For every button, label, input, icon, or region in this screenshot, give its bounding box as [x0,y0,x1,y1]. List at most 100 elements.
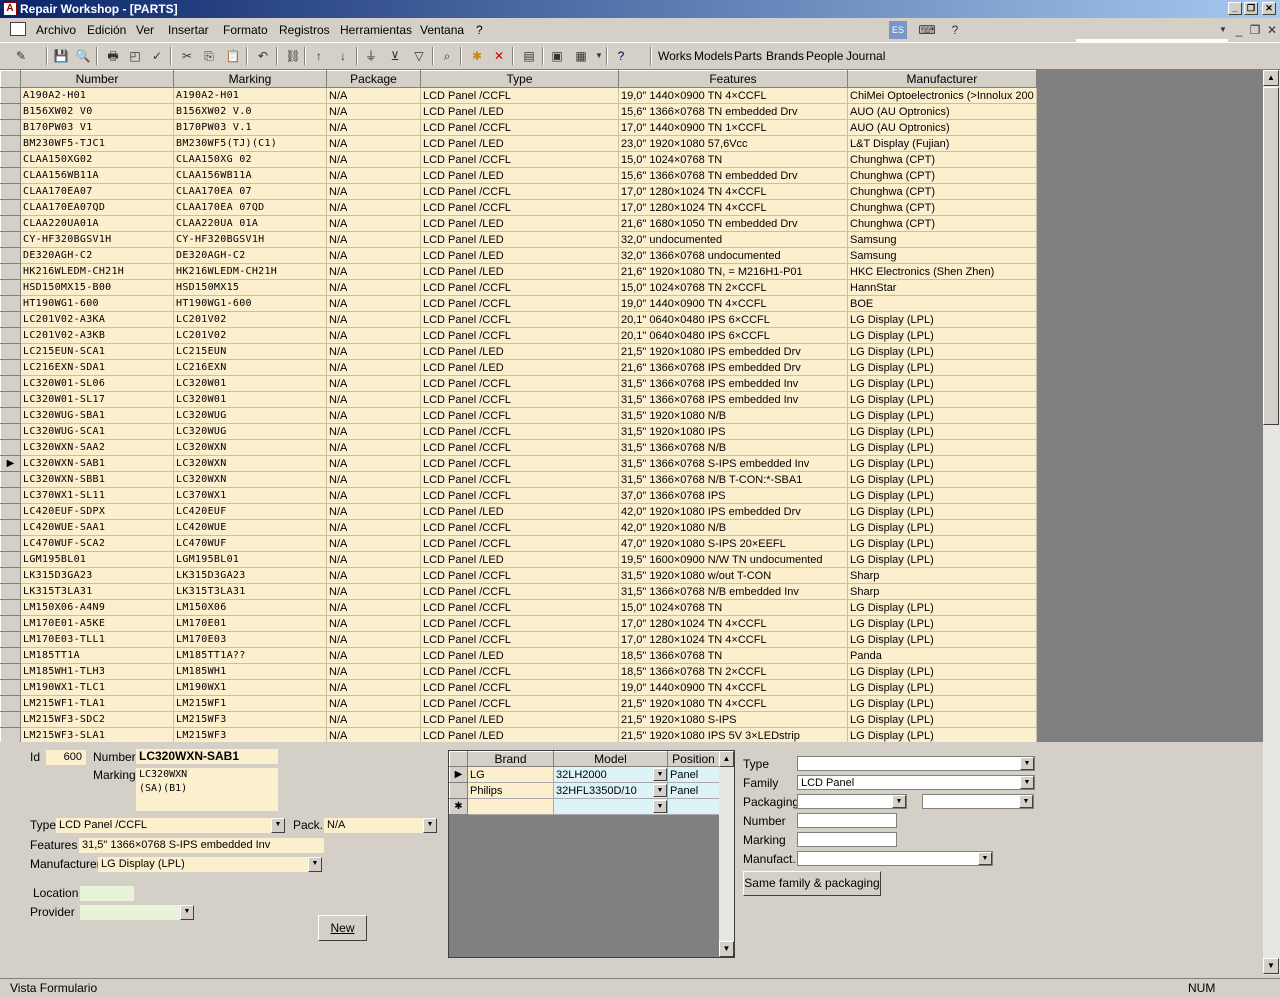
cell-marking[interactable]: CLAA150XG 02 [173,151,327,168]
search-packaging-combo-2[interactable]: ▼ [922,794,1034,809]
restore-button[interactable]: ❐ [1244,2,1258,15]
cell-number[interactable]: LC420EUF-SDPX [20,503,174,520]
table-row[interactable]: LM170E01-A5KE LM170E01 N/A LCD Panel /CCFL 1… [0,615,1037,632]
features-field[interactable]: 31,5" 1366×0768 S-IPS embedded Inv [79,838,324,853]
row-selector[interactable] [0,599,21,616]
cell-features[interactable]: 31,5" 1920×1080 N/B [618,407,848,424]
row-selector[interactable] [0,663,21,680]
cell-type[interactable]: LCD Panel /CCFL [420,487,619,504]
table-row[interactable]: LK315D3GA23 LK315D3GA23 N/A LCD Panel /CCFL… [0,567,1037,584]
keyboard-icon[interactable]: ⌨ [918,21,936,39]
model-dropdown-icon[interactable]: ▼ [653,768,667,781]
cell-features[interactable]: 21,6" 1366×0768 IPS embedded Drv [618,359,848,376]
view-icon[interactable]: ✎ [12,47,30,65]
cell-package[interactable]: N/A [326,663,421,680]
cell-marking[interactable]: LC420EUF [173,503,327,520]
row-selector[interactable] [0,151,21,168]
cell-type[interactable]: LCD Panel /LED [420,343,619,360]
cell-features[interactable]: 15,0" 1024×0768 TN [618,599,848,616]
cell-type[interactable]: LCD Panel /LED [420,231,619,248]
cell-type[interactable]: LCD Panel /CCFL [420,423,619,440]
cell-marking[interactable]: LC201V02 [173,327,327,344]
table-row[interactable]: LM185WH1-TLH3 LM185WH1 N/A LCD Panel /CCFL 1… [0,663,1037,680]
cell-features[interactable]: 42,0" 1920×1080 N/B [618,519,848,536]
row-selector[interactable] [0,343,21,360]
cell-package[interactable]: N/A [326,167,421,184]
cell-package[interactable]: N/A [326,87,421,104]
table-row[interactable]: LM215WF1-TLA1 LM215WF1 N/A LCD Panel /CCFL 2… [0,695,1037,712]
row-selector[interactable] [0,407,21,424]
cell-number[interactable]: CLAA150XG02 [20,151,174,168]
cell-number[interactable]: LC320WUG-SCA1 [20,423,174,440]
cell-package[interactable]: N/A [326,135,421,152]
cell-features[interactable]: 31,5" 1366×0768 IPS embedded Inv [618,375,848,392]
cell-number[interactable]: CLAA170EA07QD [20,199,174,216]
cell-marking[interactable]: LK315T3LA31 [173,583,327,600]
cell-marking[interactable]: LM170E01 [173,615,327,632]
cell-features[interactable]: 15,6" 1366×0768 TN embedded Drv [618,167,848,184]
row-selector[interactable] [0,167,21,184]
cell-number[interactable]: LM190WX1-TLC1 [20,679,174,696]
cell-type[interactable]: LCD Panel /CCFL [420,439,619,456]
subform-model[interactable]: 32HFL3350D/10 ▼ [553,782,668,799]
cell-number[interactable]: HK216WLEDM-CH21H [20,263,174,280]
table-row[interactable]: LM150X06-A4N9 LM150X06 N/A LCD Panel /CCFL 1… [0,599,1037,616]
toolbar-link-parts[interactable]: Parts [734,49,762,63]
cell-type[interactable]: LCD Panel /LED [420,263,619,280]
copy-icon[interactable]: ⎘ [200,47,218,65]
row-selector[interactable] [0,183,21,200]
cell-number[interactable]: LM215WF3-SDC2 [20,711,174,728]
table-row[interactable]: CLAA156WB11A CLAA156WB11A N/A LCD Panel /LE… [0,167,1037,184]
cell-package[interactable]: N/A [326,231,421,248]
cell-number[interactable]: B156XW02 V0 [20,103,174,120]
cell-number[interactable]: B170PW03 V1 [20,119,174,136]
cell-manufacturer[interactable]: LG Display (LPL) [847,391,1037,408]
cell-package[interactable]: N/A [326,695,421,712]
cell-features[interactable]: 37,0" 1366×0768 IPS [618,487,848,504]
cell-type[interactable]: LCD Panel /CCFL [420,583,619,600]
filter-selection-icon[interactable]: ⏚ [362,47,380,65]
row-selector[interactable] [0,711,21,728]
cell-package[interactable]: N/A [326,487,421,504]
cell-manufacturer[interactable]: LG Display (LPL) [847,551,1037,568]
cell-features[interactable]: 19,0" 1440×0900 TN 4×CCFL [618,295,848,312]
language-icon[interactable]: ES [889,21,907,39]
provider-dropdown-icon[interactable]: ▼ [180,905,194,920]
grid-corner[interactable] [0,70,21,88]
cell-package[interactable]: N/A [326,455,421,472]
table-row[interactable]: LC320WUG-SBA1 LC320WUG N/A LCD Panel /CCFL 3… [0,407,1037,424]
cell-marking[interactable]: LK315D3GA23 [173,567,327,584]
cell-marking[interactable]: HT190WG1-600 [173,295,327,312]
new-record-icon[interactable]: ✱ [468,47,486,65]
table-row[interactable]: CLAA220UA01A CLAA220UA 01A N/A LCD Panel /L… [0,215,1037,232]
cell-package[interactable]: N/A [326,359,421,376]
cell-features[interactable]: 21,5" 1920×1080 IPS 5V 3×LEDstrip [618,727,848,742]
cell-manufacturer[interactable]: LG Display (LPL) [847,711,1037,728]
cell-package[interactable]: N/A [326,615,421,632]
cell-type[interactable]: LCD Panel /LED [420,727,619,742]
cell-marking[interactable]: LC470WUF [173,535,327,552]
cell-marking[interactable]: A190A2-H01 [173,87,327,104]
row-selector[interactable] [0,567,21,584]
cell-marking[interactable]: LC201V02 [173,311,327,328]
table-row[interactable]: LM185TT1A LM185TT1A?? N/A LCD Panel /LED 18,… [0,647,1037,664]
table-row[interactable]: HK216WLEDM-CH21H HK216WLEDM-CH21H N/A LCD P… [0,263,1037,280]
cell-type[interactable]: LCD Panel /CCFL [420,455,619,472]
subform-brand[interactable]: Philips [467,782,554,799]
cell-manufacturer[interactable]: LG Display (LPL) [847,679,1037,696]
table-row[interactable]: BM230WF5-TJC1 BM230WF5(TJ)(C1) N/A LCD Pane… [0,135,1037,152]
cell-features[interactable]: 20,1" 0640×0480 IPS 6×CCFL [618,311,848,328]
current-record-icon[interactable]: ▶ [0,455,21,472]
cell-type[interactable]: LCD Panel /LED [420,359,619,376]
table-row[interactable]: LC320WXN-SAA2 LC320WXN N/A LCD Panel /CCFL 3… [0,439,1037,456]
database-window-icon[interactable]: ▣ [548,47,566,65]
cell-features[interactable]: 32,0" 1366×0768 undocumented [618,247,848,264]
paste-icon[interactable]: 📋 [224,47,242,65]
hyperlink-icon[interactable]: ⛓ [284,47,302,65]
subform-scroll-up-icon[interactable]: ▲ [719,751,734,767]
cell-package[interactable]: N/A [326,391,421,408]
cell-features[interactable]: 42,0" 1920×1080 IPS embedded Drv [618,503,848,520]
cell-marking[interactable]: CY-HF320BGSV1H [173,231,327,248]
cell-manufacturer[interactable]: LG Display (LPL) [847,727,1037,742]
menu-archivo[interactable]: Archivo [36,23,76,37]
